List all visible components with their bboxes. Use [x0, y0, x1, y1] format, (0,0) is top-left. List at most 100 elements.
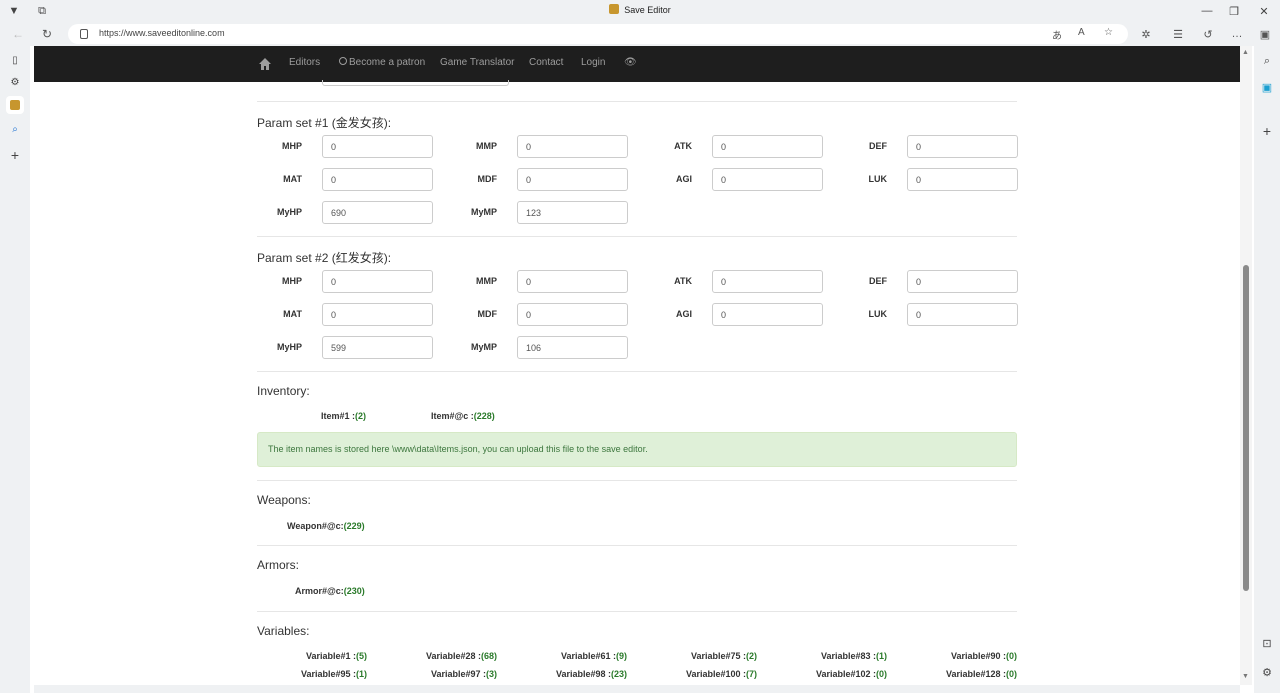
sidebar-toggle-icon[interactable]: ▣ — [1257, 26, 1273, 42]
variable-value: (1) — [876, 651, 887, 661]
field-input-agi[interactable]: 0 — [712, 303, 823, 326]
variable-item[interactable]: Variable#83 :(1) — [821, 651, 887, 661]
variable-item[interactable]: Variable#95 :(1) — [301, 669, 367, 679]
field-input-mymp[interactable]: 106 — [517, 336, 628, 359]
field-input-def[interactable]: 0 — [907, 135, 1018, 158]
screenshot-icon[interactable]: ⊡ — [1259, 635, 1275, 651]
field-input-mat[interactable]: 0 — [322, 168, 433, 191]
variable-item[interactable]: Variable#100 :(7) — [686, 669, 757, 679]
field-label-agi: AGI — [675, 309, 692, 319]
scroll-down-icon[interactable]: ▼ — [1242, 673, 1249, 680]
address-bar: ← ↻ https://www.saveeditonline.com あ A ☆… — [0, 22, 1280, 46]
search-tab-icon[interactable]: ⌕ — [7, 121, 23, 137]
field-input-def[interactable]: 0 — [907, 270, 1018, 293]
favorite-star-icon[interactable]: ☆ — [1104, 27, 1113, 38]
field-input-mhp[interactable]: 0 — [322, 135, 433, 158]
url-box[interactable]: https://www.saveeditonline.com あ A ☆ — [68, 24, 1128, 44]
armor-item[interactable]: Armor#@c:(230) — [295, 586, 365, 596]
scroll-up-icon[interactable]: ▲ — [1242, 49, 1249, 56]
close-icon[interactable]: ✕ — [1257, 4, 1271, 18]
favorites-icon[interactable]: ☰ — [1170, 26, 1186, 42]
field-label-agi: AGI — [675, 174, 692, 184]
field-input-mmp[interactable]: 0 — [517, 135, 628, 158]
extensions-icon[interactable]: ✲ — [1138, 26, 1154, 42]
nav-editors[interactable]: Editors — [289, 57, 320, 68]
field-input-mhp[interactable]: 0 — [322, 270, 433, 293]
variable-item[interactable]: Variable#75 :(2) — [691, 651, 757, 661]
more-menu-icon[interactable]: … — [1229, 26, 1245, 42]
partial-input[interactable] — [322, 80, 509, 86]
add-app-icon[interactable]: + — [1259, 123, 1275, 139]
variable-item[interactable]: Variable#1 :(5) — [306, 651, 367, 661]
url-text[interactable]: https://www.saveeditonline.com — [99, 28, 225, 38]
variable-value: (2) — [746, 651, 757, 661]
nav-contact[interactable]: Contact — [529, 57, 563, 68]
search-icon[interactable]: ⌕ — [1259, 53, 1275, 69]
app-icon[interactable]: ▣ — [1259, 79, 1275, 95]
restore-icon[interactable]: ❐ — [1227, 4, 1241, 18]
variable-item[interactable]: Variable#28 :(68) — [426, 651, 497, 661]
window-title-text: Save Editor — [624, 5, 671, 15]
variable-item[interactable]: Variable#90 :(0) — [951, 651, 1017, 661]
weapon-item[interactable]: Weapon#@c:(229) — [287, 521, 365, 531]
inventory-item[interactable]: Item#1 :(2) — [321, 411, 366, 421]
page-scrollbar[interactable]: ▲ ▼ — [1240, 46, 1252, 685]
field-input-atk[interactable]: 0 — [712, 270, 823, 293]
read-aloud-icon[interactable]: A — [1078, 27, 1085, 38]
field-input-myhp[interactable]: 690 — [322, 201, 433, 224]
tab-panel-icon[interactable]: ▯ — [7, 52, 23, 68]
variable-item[interactable]: Variable#128 :(0) — [946, 669, 1017, 679]
nav-become-patron-label: Become a patron — [349, 57, 426, 68]
field-input-mdf[interactable]: 0 — [517, 168, 628, 191]
variable-value: (7) — [746, 669, 757, 679]
field-input-atk[interactable]: 0 — [712, 135, 823, 158]
field-label-mat: MAT — [283, 309, 302, 319]
variable-value: (0) — [876, 669, 887, 679]
item-value: (228) — [473, 411, 495, 421]
field-label-mdf: MDF — [477, 174, 498, 184]
field-label-mat: MAT — [283, 174, 302, 184]
armor-value: (230) — [343, 586, 365, 596]
new-tab-icon[interactable]: + — [7, 147, 23, 163]
field-label-mymp: MyMP — [470, 207, 497, 217]
history-icon[interactable]: ↺ — [1200, 26, 1216, 42]
variable-item[interactable]: Variable#98 :(23) — [556, 669, 627, 679]
divider — [257, 101, 1017, 102]
right-sidebar: ⌕ ▣ + ⊡ ⚙ — [1254, 46, 1280, 693]
nav-login[interactable]: Login — [581, 57, 605, 68]
field-label-mdf: MDF — [477, 309, 498, 319]
field-input-mat[interactable]: 0 — [322, 303, 433, 326]
lock-icon — [80, 29, 88, 39]
translate-icon[interactable]: あ — [1052, 27, 1062, 42]
back-icon[interactable]: ← — [10, 26, 26, 42]
nav-become-patron[interactable]: Become a patron — [339, 57, 425, 68]
tab-favicon-icon[interactable]: ⚙ — [7, 74, 23, 90]
field-input-mmp[interactable]: 0 — [517, 270, 628, 293]
field-input-agi[interactable]: 0 — [712, 168, 823, 191]
variable-value: (1) — [356, 669, 367, 679]
field-label-myhp: MyHP — [276, 342, 302, 352]
field-input-myhp[interactable]: 599 — [322, 336, 433, 359]
home-icon[interactable] — [258, 57, 272, 71]
variable-item[interactable]: Variable#97 :(3) — [431, 669, 497, 679]
settings-gear-icon[interactable]: ⚙ — [1259, 664, 1275, 680]
refresh-icon[interactable]: ↻ — [39, 26, 55, 42]
nav-game-translator[interactable]: Game Translator — [440, 57, 514, 68]
variable-item[interactable]: Variable#102 :(0) — [816, 669, 887, 679]
variable-label: Variable#90 : — [950, 651, 1006, 661]
divider — [257, 611, 1017, 612]
active-tab-favicon-icon[interactable] — [6, 96, 24, 114]
field-input-mymp[interactable]: 123 — [517, 201, 628, 224]
field-input-mdf[interactable]: 0 — [517, 303, 628, 326]
param-set-1-title: Param set #1 (金发女孩): — [257, 116, 392, 130]
field-label-luk: LUK — [868, 309, 888, 319]
field-input-luk[interactable]: 0 — [907, 303, 1018, 326]
field-input-luk[interactable]: 0 — [907, 168, 1018, 191]
field-label-mhp: MHP — [282, 276, 302, 286]
inventory-item[interactable]: Item#@c :(228) — [431, 411, 495, 421]
variable-item[interactable]: Variable#61 :(9) — [561, 651, 627, 661]
divider — [257, 545, 1017, 546]
scrollbar-thumb[interactable] — [1243, 265, 1249, 591]
visibility-toggle-icon[interactable]: 👁 — [624, 57, 637, 68]
minimize-icon[interactable]: — — [1200, 4, 1214, 18]
